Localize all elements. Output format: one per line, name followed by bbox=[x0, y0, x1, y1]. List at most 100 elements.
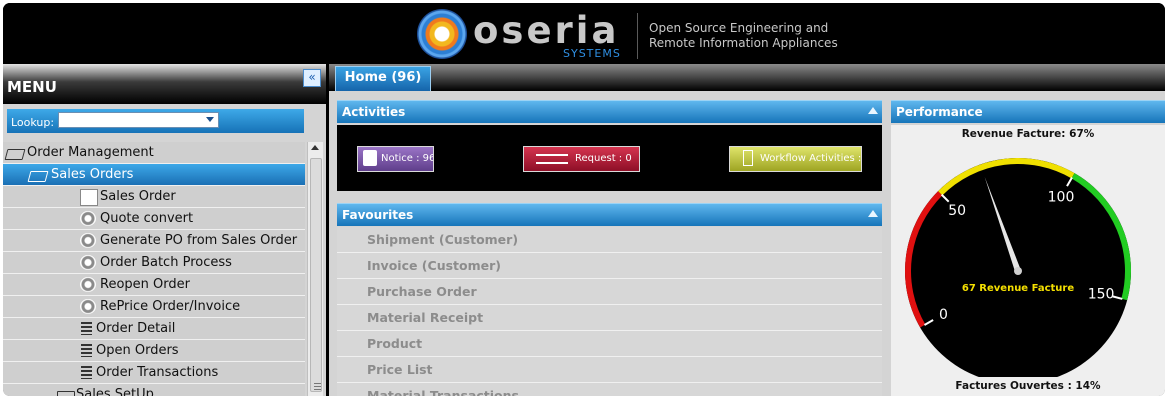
logo-text: oseria bbox=[473, 9, 620, 52]
request-button[interactable]: Request : 0 bbox=[523, 146, 640, 172]
favourites-panel: Shipment (Customer) Invoice (Customer) P… bbox=[337, 227, 882, 396]
header-tagline: Open Source Engineering and Remote Infor… bbox=[649, 21, 838, 51]
gear-icon bbox=[80, 233, 96, 248]
scroll-up-arrow-icon[interactable] bbox=[311, 145, 319, 150]
grip-icon bbox=[314, 383, 321, 391]
activities-title: Activities bbox=[342, 105, 406, 119]
gear-icon bbox=[80, 211, 96, 226]
tree-item-order-detail[interactable]: Order Detail bbox=[3, 318, 305, 340]
folder-icon bbox=[57, 391, 75, 396]
gauge-tick-label: 100 bbox=[1048, 190, 1075, 206]
request-icon bbox=[536, 154, 568, 164]
tree-item-sales-setup[interactable]: Sales SetUp bbox=[3, 384, 305, 396]
tree-item-order-management[interactable]: Order Management bbox=[3, 142, 305, 164]
tree-item-label: Order Transactions bbox=[96, 365, 219, 380]
tree-item-reprice-order-invoice[interactable]: RePrice Order/Invoice bbox=[3, 296, 305, 318]
tab-bar: Home (96) bbox=[329, 64, 1165, 91]
tree-item-generate-po[interactable]: Generate PO from Sales Order bbox=[3, 230, 305, 252]
tree-item-quote-convert[interactable]: Quote convert bbox=[3, 208, 305, 230]
menu-tree: Order Management Sales Orders Sales Orde… bbox=[3, 142, 305, 396]
performance-footer: Factures Ouvertes : 14% bbox=[955, 380, 1101, 392]
favourite-item[interactable]: Shipment (Customer) bbox=[337, 227, 882, 253]
favourite-label[interactable]: Shipment (Customer) bbox=[367, 227, 518, 252]
logo-subtitle: SYSTEMS bbox=[563, 47, 621, 60]
scrollbar-thumb[interactable] bbox=[310, 158, 322, 392]
favourite-item[interactable]: Purchase Order bbox=[337, 279, 882, 305]
tree-item-open-orders[interactable]: Open Orders bbox=[3, 340, 305, 362]
notice-button[interactable]: Notice : 96 bbox=[357, 146, 434, 172]
lookup-bar: Lookup: bbox=[7, 109, 304, 133]
tree-item-label: Sales SetUp bbox=[76, 387, 154, 396]
gauge-hub bbox=[1014, 267, 1022, 275]
favourites-title: Favourites bbox=[342, 208, 414, 222]
favourite-item[interactable]: Price List bbox=[337, 357, 882, 383]
gauge-tick-label: 0 bbox=[939, 307, 948, 323]
tree-item-label: Reopen Order bbox=[100, 277, 190, 292]
notice-label: Notice : 96 bbox=[381, 153, 434, 164]
tree-item-label: Generate PO from Sales Order bbox=[100, 233, 298, 248]
tree-item-order-batch-process[interactable]: Order Batch Process bbox=[3, 252, 305, 274]
favourite-label[interactable]: Price List bbox=[367, 357, 433, 382]
performance-title: Performance bbox=[896, 105, 983, 119]
collapse-arrow-icon[interactable] bbox=[868, 107, 878, 114]
favourites-header[interactable]: Favourites bbox=[337, 203, 882, 226]
report-icon bbox=[81, 322, 92, 335]
favourite-item[interactable]: Invoice (Customer) bbox=[337, 253, 882, 279]
side-menu: MENU « Lookup: Order Management Sales Or… bbox=[3, 64, 326, 396]
folder-open-icon bbox=[4, 149, 26, 160]
app-frame: oseria SYSTEMS Open Source Engineering a… bbox=[3, 3, 1165, 396]
request-label: Request : 0 bbox=[575, 153, 632, 164]
tree-item-label: Order Management bbox=[27, 145, 154, 160]
window-icon bbox=[80, 189, 98, 206]
tree-item-label: Order Batch Process bbox=[100, 255, 232, 270]
lookup-select[interactable] bbox=[58, 112, 219, 128]
favourite-label[interactable]: Product bbox=[367, 331, 422, 356]
tagline-line-1: Open Source Engineering and bbox=[649, 21, 829, 35]
menu-title: MENU bbox=[7, 78, 57, 96]
favourite-label[interactable]: Material Receipt bbox=[367, 305, 483, 330]
tree-item-order-transactions[interactable]: Order Transactions bbox=[3, 362, 305, 384]
tree-item-label: Order Detail bbox=[96, 321, 176, 336]
main-content: Home (96) Activities Notice : 96 Request… bbox=[329, 64, 1165, 396]
menu-scrollbar[interactable] bbox=[307, 142, 323, 396]
tree-item-label: Sales Orders bbox=[51, 167, 134, 182]
gauge-center-label: 67 Revenue Facture bbox=[962, 283, 1074, 294]
header-divider bbox=[637, 13, 638, 59]
lookup-label: Lookup: bbox=[11, 116, 55, 129]
tree-item-sales-orders[interactable]: Sales Orders bbox=[3, 164, 305, 186]
tab-home[interactable]: Home (96) bbox=[335, 66, 431, 91]
gear-icon bbox=[80, 255, 96, 270]
gear-icon bbox=[80, 299, 96, 314]
revenue-gauge: 0 50 100 150 67 Revenue Facture bbox=[905, 158, 1131, 377]
gauge-tick-label: 150 bbox=[1088, 286, 1115, 302]
tree-item-label: Open Orders bbox=[96, 343, 179, 358]
favourite-item[interactable]: Material Transactions bbox=[337, 383, 882, 396]
tree-item-label: Sales Order bbox=[100, 189, 176, 204]
logo-emblem-icon bbox=[417, 9, 467, 59]
activities-panel: Notice : 96 Request : 0 Workflow Activit… bbox=[337, 125, 882, 191]
tree-item-label: Quote convert bbox=[100, 211, 194, 226]
favourite-item[interactable]: Product bbox=[337, 331, 882, 357]
performance-panel: Revenue Facture: 67% 0 50 100 150 67 Rev… bbox=[891, 125, 1165, 396]
gauge-tick-label: 50 bbox=[948, 203, 966, 219]
tree-item-sales-order[interactable]: Sales Order bbox=[3, 186, 305, 208]
report-icon bbox=[81, 344, 92, 357]
workflow-activities-button[interactable]: Workflow Activities : 0 bbox=[729, 146, 862, 172]
workflow-label: Workflow Activities : 0 bbox=[760, 153, 862, 164]
tree-item-label: RePrice Order/Invoice bbox=[100, 299, 241, 314]
notice-icon bbox=[363, 150, 377, 166]
menu-header: MENU « bbox=[3, 64, 326, 104]
tree-item-reopen-order[interactable]: Reopen Order bbox=[3, 274, 305, 296]
favourite-label[interactable]: Material Transactions bbox=[367, 383, 519, 396]
folder-open-icon bbox=[27, 171, 49, 182]
favourite-item[interactable]: Material Receipt bbox=[337, 305, 882, 331]
collapse-arrow-icon[interactable] bbox=[868, 210, 878, 217]
gear-icon bbox=[80, 277, 96, 292]
collapse-menu-button[interactable]: « bbox=[303, 69, 321, 87]
chevron-down-icon[interactable] bbox=[206, 117, 214, 122]
app-header: oseria SYSTEMS Open Source Engineering a… bbox=[3, 3, 1165, 64]
favourite-label[interactable]: Invoice (Customer) bbox=[367, 253, 501, 278]
activities-header[interactable]: Activities bbox=[337, 100, 882, 123]
favourite-label[interactable]: Purchase Order bbox=[367, 279, 477, 304]
performance-header[interactable]: Performance bbox=[891, 100, 1165, 123]
